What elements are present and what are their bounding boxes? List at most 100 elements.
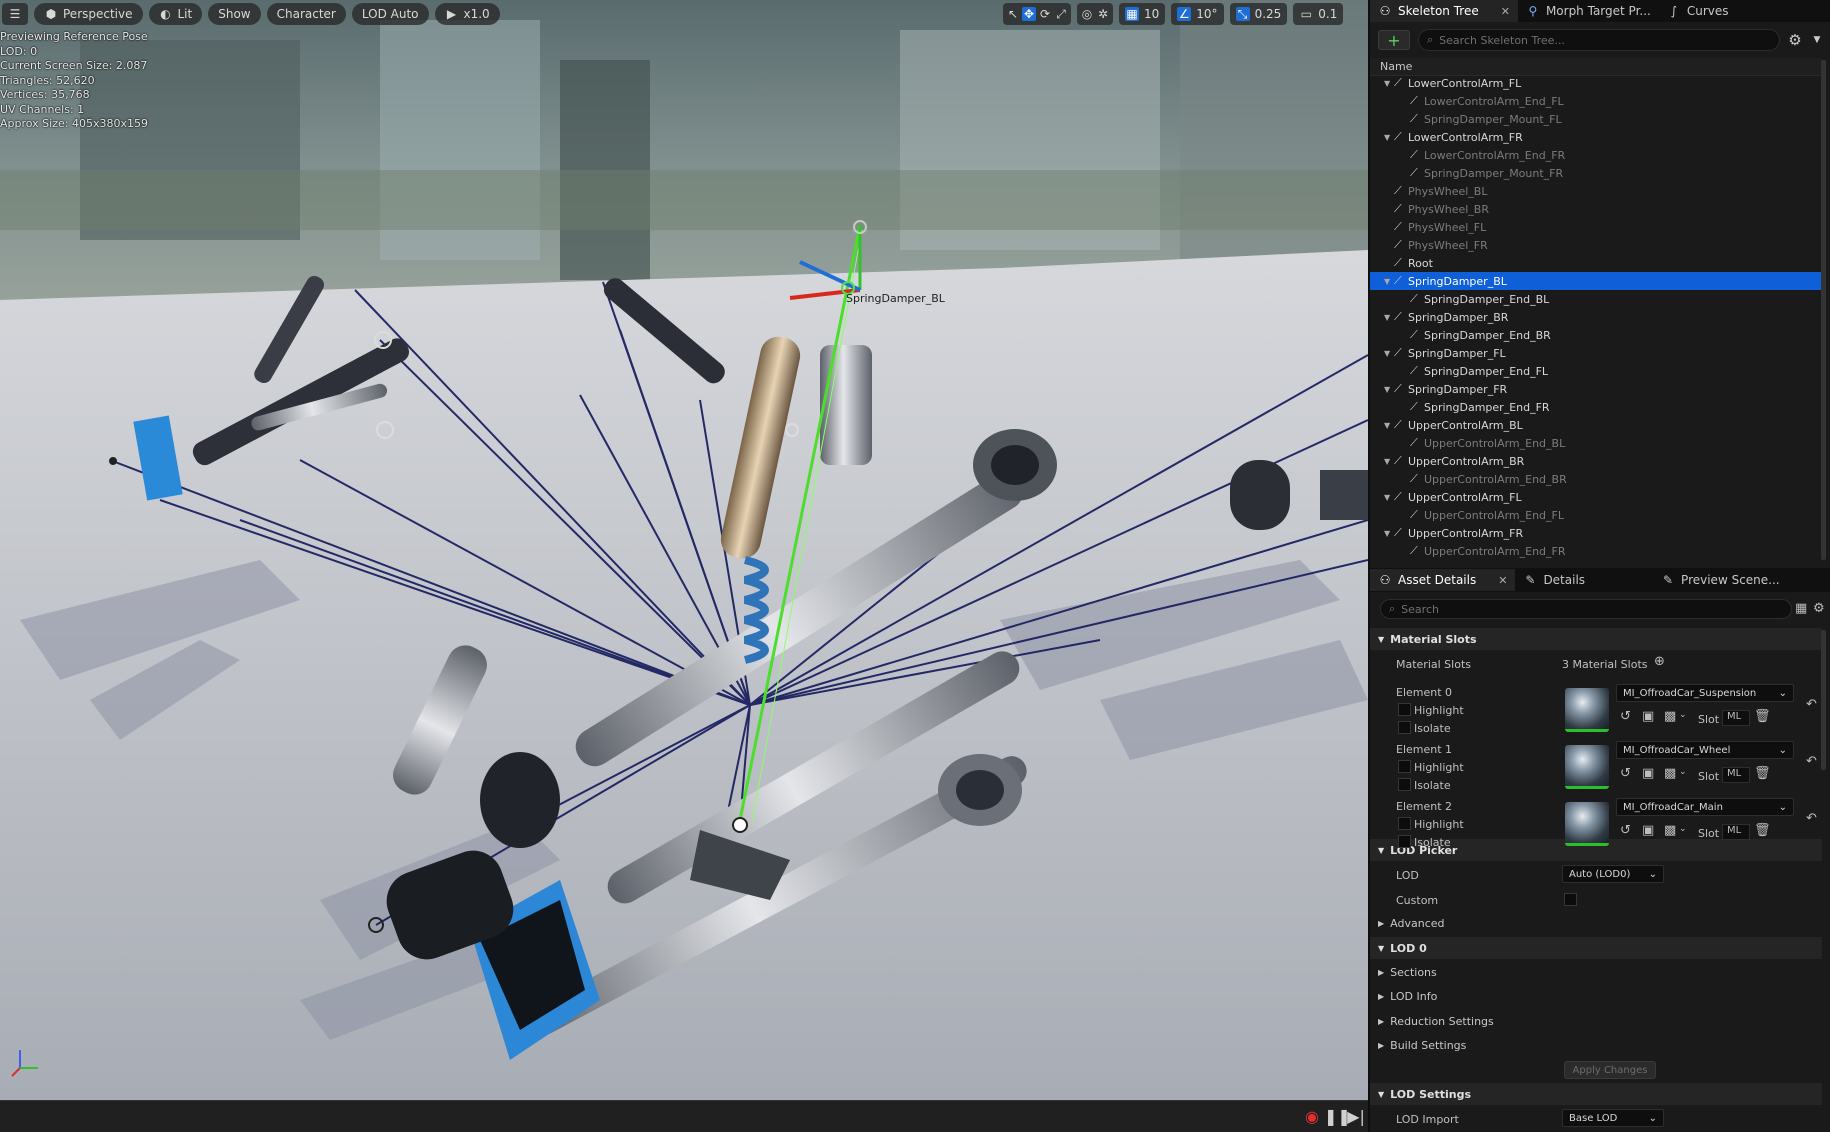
section-lod0[interactable]: ▼ LOD 0 <box>1370 937 1822 959</box>
tree-row[interactable]: ▼ ⟋ SpringDamper_BR <box>1370 308 1822 326</box>
highlight-checkbox[interactable] <box>1398 760 1411 773</box>
scale-snap-button[interactable]: ⤡ 0.25 <box>1229 3 1288 25</box>
tree-row[interactable]: ▼ ⟋ UpperControlArm_BL <box>1370 416 1822 434</box>
isolate-checkbox[interactable] <box>1398 778 1411 791</box>
tree-row[interactable]: ⟋ PhysWheel_FL <box>1370 218 1822 236</box>
material-thumbnail[interactable] <box>1565 745 1609 789</box>
texture-icon[interactable]: ▩ <box>1664 766 1676 781</box>
section-material-slots[interactable]: ▼ Material Slots <box>1370 628 1822 650</box>
texture-icon[interactable]: ▩ <box>1664 823 1676 838</box>
tree-row[interactable]: ⟋ UpperControlArm_End_FR <box>1370 542 1822 560</box>
expand-arrow-icon[interactable]: ▼ <box>1384 349 1394 358</box>
browse-back-icon[interactable]: ↺ <box>1620 766 1631 781</box>
gear-icon[interactable]: ⚙ <box>1813 601 1825 616</box>
isolate-checkbox[interactable] <box>1398 721 1411 734</box>
tree-row[interactable]: ▼ ⟋ SpringDamper_FL <box>1370 344 1822 362</box>
add-slot-icon[interactable]: ⊕ <box>1654 654 1665 669</box>
material-dropdown[interactable]: MI_OffroadCar_Main ⌄ <box>1616 798 1794 816</box>
browse-folder-icon[interactable]: ▣ <box>1642 823 1654 838</box>
tree-row[interactable]: ⟋ LowerControlArm_End_FR <box>1370 146 1822 164</box>
slot-name-input[interactable]: ML <box>1722 767 1750 783</box>
slot-name-input[interactable]: ML <box>1722 824 1750 840</box>
custom-checkbox[interactable] <box>1564 893 1577 906</box>
apply-changes-button[interactable]: Apply Changes <box>1564 1061 1656 1079</box>
tree-row[interactable]: ▼ ⟋ UpperControlArm_BR <box>1370 452 1822 470</box>
lod-import-dropdown[interactable]: Base LOD ⌄ <box>1562 1109 1664 1127</box>
build-settings-row[interactable]: ▶ Build Settings <box>1370 1034 1822 1056</box>
tree-row[interactable]: ▼ ⟋ LowerControlArm_FL <box>1370 76 1822 92</box>
surface-snap-icon[interactable]: ✲ <box>1096 7 1110 21</box>
tree-row[interactable]: ⟋ UpperControlArm_End_BL <box>1370 434 1822 452</box>
details-scrollbar[interactable] <box>1821 630 1826 770</box>
tab-asset-details[interactable]: ⚇ Asset Details ✕ <box>1370 569 1516 591</box>
material-thumbnail[interactable] <box>1565 688 1609 732</box>
camera-speed-button[interactable]: ▭ 0.1 <box>1293 3 1344 25</box>
tab-curves[interactable]: ∫ Curves <box>1659 0 1737 22</box>
pause-icon[interactable]: ❚❚ <box>1324 1107 1351 1127</box>
show-button[interactable]: Show <box>208 3 261 25</box>
tree-row[interactable]: ⟋ UpperControlArm_End_BR <box>1370 470 1822 488</box>
tree-row[interactable]: ⟋ PhysWheel_FR <box>1370 236 1822 254</box>
translate-icon[interactable]: ✥ <box>1022 7 1036 21</box>
sections-row[interactable]: ▶ Sections <box>1370 961 1822 983</box>
step-forward-icon[interactable]: ▶| <box>1346 1107 1366 1127</box>
expand-arrow-icon[interactable]: ▼ <box>1384 385 1394 394</box>
scale-icon[interactable]: ⤢ <box>1054 7 1068 21</box>
highlight-checkbox[interactable] <box>1398 703 1411 716</box>
tree-row[interactable]: ▼ ⟋ SpringDamper_FR <box>1370 380 1822 398</box>
expand-arrow-icon[interactable]: ▼ <box>1384 421 1394 430</box>
tree-row[interactable]: ▼ ⟋ UpperControlArm_FR <box>1370 524 1822 542</box>
browse-back-icon[interactable]: ↺ <box>1620 823 1631 838</box>
add-button[interactable]: + <box>1378 30 1410 50</box>
tree-row[interactable]: ⟋ Root <box>1370 254 1822 272</box>
chevron-down-icon[interactable]: ⌄ <box>1679 824 1687 834</box>
tree-row[interactable]: ▼ ⟋ LowerControlArm_FR <box>1370 128 1822 146</box>
expand-arrow-icon[interactable]: ▼ <box>1384 313 1394 322</box>
world-local-toggle[interactable]: ◎ ✲ <box>1077 3 1113 25</box>
chevron-down-icon[interactable]: ▼ <box>1810 33 1824 47</box>
tree-row[interactable]: ⟋ PhysWheel_BL <box>1370 182 1822 200</box>
reduction-settings-row[interactable]: ▶ Reduction Settings <box>1370 1010 1822 1032</box>
select-icon[interactable]: ↖ <box>1006 7 1020 21</box>
tree-row[interactable]: ⟋ PhysWheel_BR <box>1370 200 1822 218</box>
tree-row[interactable]: ⟋ SpringDamper_End_BR <box>1370 326 1822 344</box>
expand-arrow-icon[interactable]: ▼ <box>1384 493 1394 502</box>
tree-row[interactable]: ⟋ SpringDamper_End_BL <box>1370 290 1822 308</box>
material-dropdown[interactable]: MI_OffroadCar_Wheel ⌄ <box>1616 741 1794 759</box>
trash-icon[interactable]: 🗑 <box>1754 709 1771 724</box>
tree-row[interactable]: ⟋ UpperControlArm_End_FL <box>1370 506 1822 524</box>
lod-button[interactable]: LOD Auto <box>351 3 429 25</box>
tree-row[interactable]: ⟋ SpringDamper_End_FL <box>1370 362 1822 380</box>
angle-snap-button[interactable]: ∠ 10° <box>1171 3 1224 25</box>
browse-back-icon[interactable]: ↺ <box>1620 709 1631 724</box>
record-icon[interactable]: ◉ <box>1302 1107 1322 1127</box>
tab-preview-scene[interactable]: ✎ Preview Scene... <box>1653 569 1788 591</box>
slot-name-input[interactable]: ML <box>1722 710 1750 726</box>
browse-folder-icon[interactable]: ▣ <box>1642 709 1654 724</box>
viewport-menu-button[interactable]: ☰ <box>2 3 28 25</box>
rotate-icon[interactable]: ⟳ <box>1038 7 1052 21</box>
grid-snap-button[interactable]: ▦ 10 <box>1119 3 1166 25</box>
lod-info-row[interactable]: ▶ LOD Info <box>1370 985 1822 1007</box>
close-icon[interactable]: ✕ <box>1501 5 1510 18</box>
tree-row[interactable]: ▼ ⟋ UpperControlArm_FL <box>1370 488 1822 506</box>
character-button[interactable]: Character <box>266 3 346 25</box>
tree-scrollbar[interactable] <box>1821 60 1826 560</box>
material-dropdown[interactable]: MI_OffroadCar_Suspension ⌄ <box>1616 684 1794 702</box>
isolate-checkbox[interactable] <box>1398 835 1411 848</box>
tab-morph-target[interactable]: ⚲ Morph Target Pr... <box>1518 0 1659 22</box>
texture-icon[interactable]: ▩ <box>1664 709 1676 724</box>
tree-row[interactable]: ⟋ SpringDamper_Mount_FR <box>1370 164 1822 182</box>
expand-arrow-icon[interactable]: ▼ <box>1384 277 1394 286</box>
gear-icon[interactable]: ⚙ <box>1788 33 1802 48</box>
highlight-checkbox[interactable] <box>1398 817 1411 830</box>
scene-render[interactable] <box>0 0 1368 1100</box>
reset-icon[interactable]: ↶ <box>1806 811 1817 826</box>
lit-button[interactable]: ◐ Lit <box>148 3 203 25</box>
playback-speed-button[interactable]: ▶ x1.0 <box>434 3 500 25</box>
advanced-row[interactable]: ▶ Advanced <box>1370 912 1822 934</box>
expand-arrow-icon[interactable]: ▼ <box>1384 457 1394 466</box>
tree-row[interactable]: ⟋ SpringDamper_Mount_FL <box>1370 110 1822 128</box>
tree-row[interactable]: ▼ ⟋ SpringDamper_BL <box>1370 272 1822 290</box>
expand-arrow-icon[interactable]: ▼ <box>1384 79 1394 88</box>
